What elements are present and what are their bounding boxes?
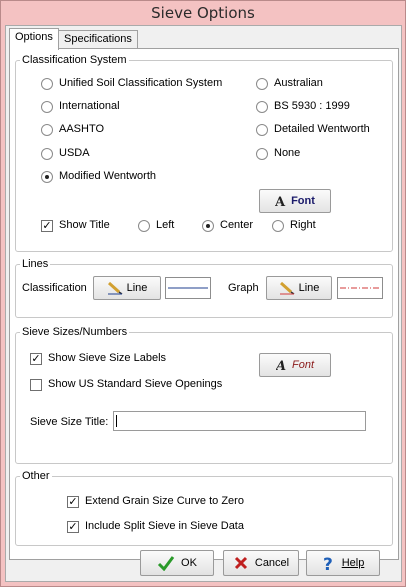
- radio-indicator: [256, 77, 268, 90]
- radio-indicator: [41, 100, 53, 113]
- line-button-label: Line: [126, 282, 148, 294]
- classification-line-label: Classification: [22, 282, 87, 294]
- checkbox-label: Extend Grain Size Curve to Zero: [85, 495, 244, 507]
- radio-label: Detailed Wentworth: [274, 123, 370, 135]
- sieve-sizes-group: Sieve Sizes/Numbers ✓ Show Sieve Size La…: [15, 325, 393, 464]
- cancel-button-label: Cancel: [254, 557, 290, 569]
- checkbox-label: Include Split Sieve in Sieve Data: [85, 520, 244, 532]
- ok-button[interactable]: OK: [140, 550, 214, 576]
- dialog-client-area: Options Specifications Classification Sy…: [5, 25, 402, 582]
- graph-line-button[interactable]: Line: [266, 276, 332, 300]
- radio-label: Unified Soil Classification System: [59, 77, 223, 89]
- x-icon: [233, 555, 249, 571]
- check-icon: [157, 555, 175, 571]
- svg-text:A: A: [275, 195, 286, 207]
- radio-indicator: [256, 123, 268, 136]
- include-split-sieve-checkbox[interactable]: ✓ Include Split Sieve in Sieve Data: [67, 520, 244, 533]
- radio-label: Australian: [274, 77, 323, 89]
- radio-indicator-selected: [41, 170, 53, 183]
- line-button-label: Line: [298, 282, 320, 294]
- classification-font-button[interactable]: A Font: [259, 189, 331, 213]
- radio-align-center[interactable]: Center: [202, 219, 253, 232]
- sieve-size-title-input[interactable]: [113, 411, 366, 431]
- pencil-icon: [107, 281, 123, 295]
- sieve-font-button[interactable]: A Font: [259, 353, 331, 377]
- ok-button-label: OK: [181, 557, 197, 569]
- sieve-size-title-label: Sieve Size Title:: [30, 416, 109, 428]
- radio-align-right[interactable]: Right: [272, 219, 316, 232]
- radio-label: BS 5930 : 1999: [274, 100, 350, 112]
- show-sieve-size-labels-checkbox[interactable]: ✓ Show Sieve Size Labels: [30, 352, 166, 365]
- font-button-label: Font: [291, 359, 314, 371]
- radio-label: Modified Wentworth: [59, 170, 157, 182]
- sieve-sizes-group-label: Sieve Sizes/Numbers: [20, 325, 130, 339]
- radio-label: None: [274, 147, 301, 159]
- pencil-icon: [279, 281, 295, 295]
- checkbox-label: Show Title: [59, 219, 110, 231]
- sieve-options-window: Sieve Options Options Specifications Cla…: [0, 0, 406, 587]
- checkbox-indicator-checked: ✓: [67, 520, 79, 533]
- radio-label: USDA: [59, 147, 90, 159]
- radio-detailed-wentworth[interactable]: Detailed Wentworth: [256, 123, 370, 136]
- radio-bs5930[interactable]: BS 5930 : 1999: [256, 100, 350, 113]
- lines-group-label: Lines: [20, 257, 51, 271]
- radio-australian[interactable]: Australian: [256, 77, 323, 90]
- checkbox-label: Show US Standard Sieve Openings: [48, 378, 223, 390]
- radio-international[interactable]: International: [41, 100, 120, 113]
- radio-none[interactable]: None: [256, 147, 300, 160]
- radio-indicator: [138, 219, 150, 232]
- classification-group-label: Classification System: [20, 53, 129, 67]
- extend-grain-curve-checkbox[interactable]: ✓ Extend Grain Size Curve to Zero: [67, 495, 244, 508]
- show-title-checkbox[interactable]: ✓ Show Title: [41, 219, 110, 232]
- svg-text:A: A: [276, 359, 286, 371]
- radio-indicator: [41, 123, 53, 136]
- show-us-sieve-openings-checkbox[interactable]: Show US Standard Sieve Openings: [30, 378, 222, 391]
- checkbox-indicator-checked: ✓: [67, 495, 79, 508]
- help-button-label: Help: [341, 557, 365, 569]
- classification-line-button[interactable]: Line: [93, 276, 161, 300]
- radio-indicator: [256, 100, 268, 113]
- radio-label: Left: [156, 219, 175, 231]
- window-title: Sieve Options: [1, 1, 405, 25]
- tab-options[interactable]: Options: [9, 28, 59, 50]
- radio-indicator: [256, 147, 268, 160]
- radio-indicator-selected: [202, 219, 214, 232]
- other-group-label: Other: [20, 469, 52, 483]
- radio-indicator: [41, 77, 53, 90]
- radio-label: AASHTO: [59, 123, 105, 135]
- question-icon: ?: [322, 554, 336, 572]
- checkbox-indicator-checked: ✓: [41, 219, 53, 232]
- checkbox-label: Show Sieve Size Labels: [48, 352, 167, 364]
- cancel-button[interactable]: Cancel: [223, 550, 299, 576]
- tab-specifications[interactable]: Specifications: [58, 30, 138, 49]
- lines-group: Lines Classification Line Graph Line: [15, 257, 393, 318]
- line-preview: [168, 287, 208, 289]
- other-group: Other ✓ Extend Grain Size Curve to Zero …: [15, 469, 393, 546]
- checkbox-indicator-checked: ✓: [30, 352, 42, 365]
- radio-unified-soil[interactable]: Unified Soil Classification System: [41, 77, 222, 90]
- help-button[interactable]: ? Help: [306, 550, 380, 576]
- radio-indicator: [41, 147, 53, 160]
- line-preview: [340, 287, 380, 289]
- radio-indicator: [272, 219, 284, 232]
- graph-line-label: Graph: [228, 282, 259, 294]
- radio-modified-wentworth[interactable]: Modified Wentworth: [41, 170, 156, 183]
- svg-text:?: ?: [323, 555, 333, 572]
- classification-system-group: Classification System Unified Soil Class…: [15, 53, 393, 252]
- radio-align-left[interactable]: Left: [138, 219, 174, 232]
- classification-line-swatch: [165, 277, 211, 299]
- checkbox-indicator: [30, 378, 42, 391]
- radio-label: Right: [290, 219, 316, 231]
- radio-usda[interactable]: USDA: [41, 147, 90, 160]
- options-tab-panel: Classification System Unified Soil Class…: [9, 48, 399, 560]
- radio-label: International: [59, 100, 120, 112]
- graph-line-swatch: [337, 277, 383, 299]
- radio-aashto[interactable]: AASHTO: [41, 123, 104, 136]
- font-button-label: Font: [291, 195, 315, 207]
- font-A-icon: A: [276, 359, 288, 371]
- font-A-icon: A: [275, 195, 287, 207]
- radio-label: Center: [220, 219, 254, 231]
